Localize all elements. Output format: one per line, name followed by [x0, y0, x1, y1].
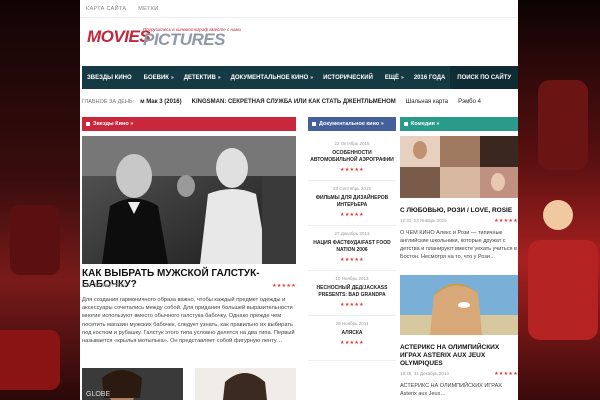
- entry-title[interactable]: ОСОБЕННОСТИ АВТОМОБИЛЬНОЙ АЭРОГРАФИИ: [308, 150, 396, 164]
- main-nav: ЗВЕЗДЫ КИНО БОЕВИК» ДЕТЕКТИВ» ДОКУМЕНТАЛ…: [82, 66, 518, 89]
- news-ticker: ГЛАВНОЕ ЗА ДЕНЬ: м Мак 3 (2016) KINGSMAN…: [82, 96, 518, 108]
- section-header-stars[interactable]: Звезды Кино »: [82, 117, 296, 131]
- post-date: 19:25, 31 Декабрь 2014: [400, 371, 449, 376]
- post-title[interactable]: С ЛЮБОВЬЮ, РОЗИ / LOVE, ROSIE: [400, 207, 518, 215]
- rating-stars[interactable]: ★★★★★: [308, 167, 396, 173]
- section-header-documentary[interactable]: Документальное кино »: [308, 117, 396, 131]
- rating-stars[interactable]: ★★★★★: [494, 371, 518, 377]
- theater-seat: [528, 240, 598, 340]
- post-title[interactable]: АСТЕРИКС НА ОЛИМПИЙСКИХ ИГРАХ ASTERIX AU…: [400, 344, 518, 368]
- entry-title[interactable]: АЛЯСКА: [308, 330, 396, 337]
- thumbnail[interactable]: GLOBE: [82, 368, 183, 400]
- hero-excerpt: Для создания гармоничного образа важно, …: [82, 297, 295, 345]
- top-nav: КАРТА САЙТА МЕТКИ: [80, 0, 518, 18]
- list-item[interactable]: 23 Сентябрь 2015 ФИЛЬМЫ ДЛЯ ДИЗАЙНЕРОВ И…: [308, 181, 396, 226]
- thumbnail-row: GLOBE: [82, 368, 296, 400]
- post-excerpt: О ЧЕМ КИНО Алекс и Рози — типичные англи…: [400, 230, 517, 260]
- nav-label: ДЕТЕКТИВ: [183, 74, 216, 81]
- hero-date: 8:27, 18 Март 2016: [82, 283, 126, 289]
- list-item[interactable]: 27 Декабрь 2013 НАЦИЯ ФАСТФУДА/FAST FOOD…: [308, 226, 396, 271]
- search-button[interactable]: ПОИСК ПО САЙТУ: [450, 66, 518, 89]
- rating-stars[interactable]: ★★★★★: [308, 302, 396, 308]
- nav-item-documentary[interactable]: ДОКУМЕНТАЛЬНОЕ КИНО»: [226, 66, 318, 89]
- entry-date: 23 Сентябрь 2015: [333, 186, 371, 191]
- list-item[interactable]: 29 Ноябрь 2011 АЛЯСКА ★★★★★: [308, 316, 396, 361]
- list-item[interactable]: 10 Ноябрь 2013 НЕСНОСНЫЙ ДЕД/JACKASS PRE…: [308, 271, 396, 316]
- logo-word-pictures: PICTURES: [143, 30, 225, 49]
- nav-label: 2016 ГОДА: [413, 74, 446, 81]
- post-image[interactable]: [400, 275, 518, 335]
- background-right: [518, 0, 600, 400]
- documentary-list: 22 Октябрь 2015 ОСОБЕННОСТИ АВТОМОБИЛЬНО…: [308, 136, 396, 361]
- nav-item-historical[interactable]: ИСТОРИЧЕСКИЙ: [318, 66, 380, 89]
- theater-seat: [10, 205, 60, 275]
- background-left: [0, 0, 80, 400]
- thumbnail[interactable]: [195, 368, 296, 400]
- entry-title[interactable]: ФИЛЬМЫ ДЛЯ ДИЗАЙНЕРОВ ИНТЕРЬЕРА: [308, 195, 396, 209]
- ticker-item[interactable]: Шальная карта: [406, 99, 448, 105]
- nav-label: БОЕВИК: [143, 74, 169, 81]
- post-meta: 19:25, 31 Декабрь 2014 ★★★★★: [400, 371, 518, 377]
- hero-meta: 8:27, 18 Март 2016 ★★★★★: [82, 283, 296, 289]
- chevron-icon: »: [170, 74, 174, 81]
- entry-date: 10 Ноябрь 2013: [335, 276, 369, 281]
- entry-title[interactable]: НАЦИЯ ФАСТФУДА/FAST FOOD NATION 2006: [308, 240, 396, 254]
- theater-seat: [538, 80, 588, 170]
- rating-stars[interactable]: ★★★★★: [308, 257, 396, 263]
- ticker-item[interactable]: м Мак 3 (2016): [140, 99, 182, 105]
- chevron-icon: »: [401, 74, 404, 81]
- post-meta: 12:31, 23 Январь 2015 ★★★★★: [400, 218, 518, 224]
- entry-date: 29 Ноябрь 2011: [335, 321, 369, 326]
- topnav-sitemap-link[interactable]: КАРТА САЙТА: [86, 6, 126, 12]
- post-date: 12:31, 23 Январь 2015: [400, 218, 447, 223]
- entry-date: 22 Октябрь 2015: [334, 141, 370, 146]
- rating-stars[interactable]: ★★★★★: [272, 283, 296, 289]
- section-header-label: Звезды Кино »: [93, 121, 134, 127]
- rating-stars[interactable]: ★★★★★: [308, 340, 396, 346]
- theater-seat: [0, 330, 60, 390]
- list-item[interactable]: 22 Октябрь 2015 ОСОБЕННОСТИ АВТОМОБИЛЬНО…: [308, 136, 396, 181]
- rating-stars[interactable]: ★★★★★: [494, 218, 518, 224]
- nav-item-action[interactable]: БОЕВИК»: [139, 66, 179, 89]
- square-icon: [312, 122, 316, 126]
- topnav-tags-link[interactable]: МЕТКИ: [138, 6, 158, 12]
- square-icon: [404, 122, 408, 126]
- nav-label: ИСТОРИЧЕСКИЙ: [323, 74, 373, 81]
- ticker-label: ГЛАВНОЕ ЗА ДЕНЬ:: [82, 99, 135, 105]
- chevron-icon: »: [310, 74, 314, 81]
- nav-item-2016[interactable]: 2016 ГОДА: [409, 66, 451, 89]
- nav-label: ДОКУМЕНТАЛЬНОЕ КИНО: [230, 74, 309, 81]
- rating-stars[interactable]: ★★★★★: [308, 212, 396, 218]
- section-header-label: Комедия »: [411, 121, 440, 127]
- page: КАРТА САЙТА МЕТКИ MOVIES Погрузитесь в к…: [80, 0, 518, 400]
- post-excerpt: АСТЕРИКС НА ОЛИМПИЙСКИХ ИГРАХ Asterix au…: [400, 383, 502, 397]
- nav-label: ЗВЕЗДЫ КИНО: [87, 74, 132, 81]
- logo-word-movies: MOVIES: [87, 27, 151, 46]
- audience-face: [543, 200, 573, 230]
- section-header-label: Документальное кино »: [319, 121, 384, 127]
- svg-text:GLOBE: GLOBE: [86, 391, 110, 398]
- hero-photo: [82, 136, 296, 264]
- ticker-item[interactable]: KINGSMAN: СЕКРЕТНАЯ СЛУЖБА ИЛИ КАК СТАТЬ…: [192, 99, 396, 105]
- site-logo[interactable]: MOVIES Погрузитесь в кинемотограф вместе…: [80, 18, 518, 66]
- nav-item-stars[interactable]: ЗВЕЗДЫ КИНО: [82, 66, 139, 89]
- hero-image[interactable]: [82, 136, 296, 264]
- entry-date: 27 Декабрь 2013: [334, 231, 370, 236]
- square-icon: [86, 122, 90, 126]
- comedy-column: С ЛЮБОВЬЮ, РОЗИ / LOVE, ROSIE 12:31, 23 …: [400, 136, 518, 398]
- ticker-item[interactable]: Рэмбо 4: [458, 99, 481, 105]
- nav-item-more[interactable]: ЕЩЁ»: [380, 66, 409, 89]
- entry-title[interactable]: НЕСНОСНЫЙ ДЕД/JACKASS PRESENTS: BAD GRAN…: [308, 285, 396, 299]
- post-image[interactable]: [400, 136, 518, 198]
- nav-item-detective[interactable]: ДЕТЕКТИВ»: [179, 66, 226, 89]
- section-header-comedy[interactable]: Комедия »: [400, 117, 518, 131]
- chevron-icon: »: [217, 74, 221, 81]
- nav-label: ЕЩЁ: [384, 74, 400, 81]
